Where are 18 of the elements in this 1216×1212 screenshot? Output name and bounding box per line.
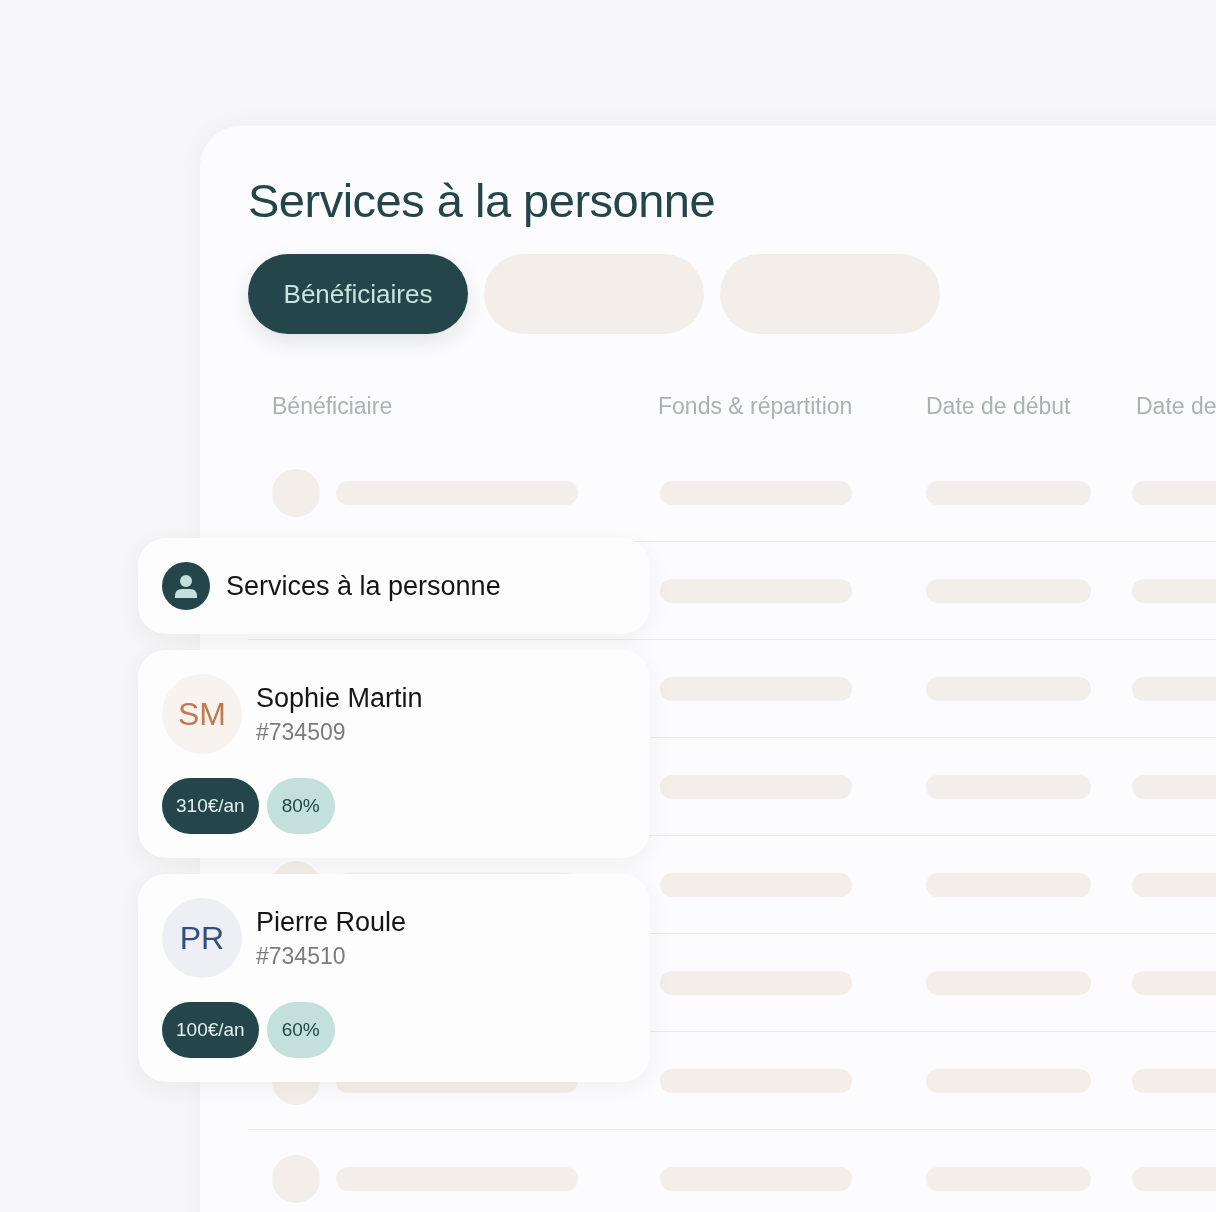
avatar: SM xyxy=(162,674,242,754)
tab[interactable]: Bénéficiaires xyxy=(248,254,468,334)
column-header: Date de début xyxy=(926,392,1072,421)
amount-badge: 310€/an xyxy=(162,778,259,834)
share-badge: 80% xyxy=(266,778,335,834)
column-header: Fonds & répartition xyxy=(658,392,854,421)
share-badge: 60% xyxy=(266,1002,335,1058)
category-title: Services à la personne xyxy=(226,570,501,602)
column-header: Date de xyxy=(1136,392,1216,421)
beneficiary-name: Sophie Martin xyxy=(256,682,423,715)
person-icon xyxy=(162,562,210,610)
avatar: PR xyxy=(162,898,242,978)
beneficiary-id: #734509 xyxy=(256,718,347,747)
amount-badge: 100€/an xyxy=(162,1002,259,1058)
column-header: Bénéficiaire xyxy=(272,392,394,421)
beneficiary-name: Pierre Roule xyxy=(256,906,407,939)
page-title: Services à la personne xyxy=(248,173,717,229)
beneficiary-id: #734510 xyxy=(256,942,347,971)
